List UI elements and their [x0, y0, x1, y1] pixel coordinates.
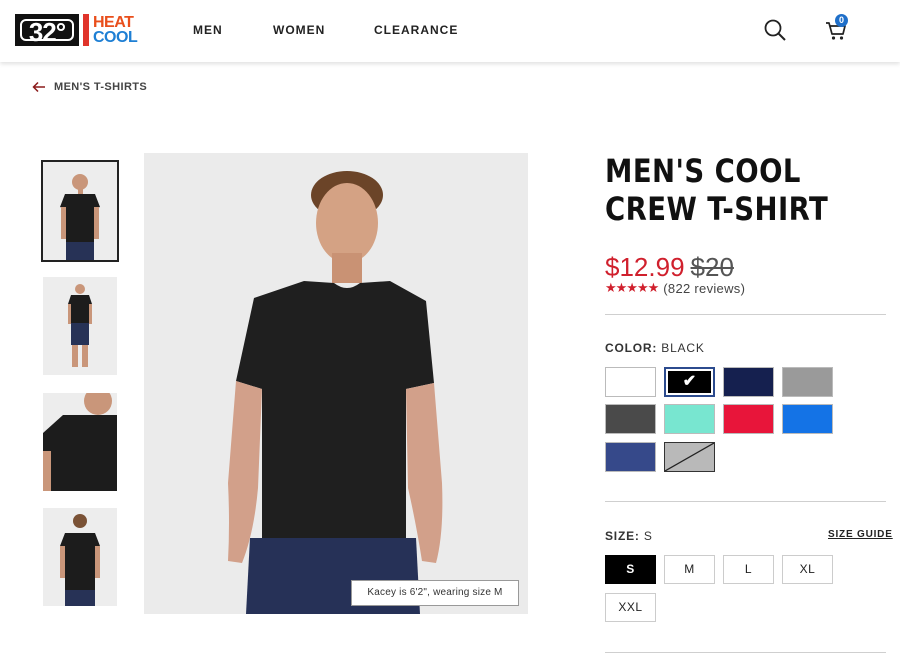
- main-product-image[interactable]: [144, 153, 528, 614]
- color-label: COLOR: BLACK: [605, 341, 705, 355]
- color-swatch[interactable]: [723, 367, 774, 397]
- logo-divider: [83, 14, 89, 46]
- selected-color-name: BLACK: [661, 341, 705, 355]
- search-icon[interactable]: [764, 19, 786, 41]
- nav-women[interactable]: WOMEN: [273, 23, 325, 37]
- checkmark-icon: ✔: [682, 373, 697, 390]
- size-option-xl[interactable]: XL: [782, 555, 833, 584]
- color-swatch[interactable]: [605, 367, 656, 397]
- nav-clearance[interactable]: CLEARANCE: [374, 23, 458, 37]
- product-title: MEN'S COOL CREW T-SHIRT: [605, 152, 829, 228]
- color-swatch[interactable]: [664, 404, 715, 434]
- size-option-xxl[interactable]: XXL: [605, 593, 656, 622]
- divider: [605, 501, 886, 502]
- logo-32-mark: 32°: [15, 14, 79, 47]
- color-swatch[interactable]: [605, 404, 656, 434]
- selected-size-name: S: [643, 529, 653, 543]
- price: $12.99 $20: [605, 252, 734, 283]
- brand-logo[interactable]: 32° HEAT COOL: [15, 14, 138, 47]
- cart-count-badge: 0: [835, 14, 848, 27]
- thumbnail-4[interactable]: [43, 508, 117, 606]
- thumbnail-2[interactable]: [43, 277, 117, 375]
- size-guide-link[interactable]: SIZE GUIDE: [828, 529, 893, 540]
- sale-price: $12.99: [605, 252, 685, 282]
- nav-men[interactable]: MEN: [193, 23, 223, 37]
- color-swatch[interactable]: [723, 404, 774, 434]
- color-swatch[interactable]: [782, 404, 833, 434]
- thumbnail-1[interactable]: [41, 160, 119, 262]
- color-swatch[interactable]: [664, 442, 715, 472]
- divider: [605, 652, 886, 653]
- arrow-left-icon: [32, 81, 45, 93]
- size-option-l[interactable]: L: [723, 555, 774, 584]
- breadcrumb-label: MEN'S T-SHIRTS: [54, 81, 148, 93]
- color-swatch[interactable]: [782, 367, 833, 397]
- thumbnail-3[interactable]: [43, 393, 117, 491]
- breadcrumb[interactable]: MEN'S T-SHIRTS: [32, 81, 147, 93]
- size-label: SIZE: S: [605, 529, 653, 543]
- color-swatch[interactable]: [605, 442, 656, 472]
- size-option-m[interactable]: M: [664, 555, 715, 584]
- rating[interactable]: ★★★★★ (822 reviews): [605, 280, 745, 296]
- site-header: 32° HEAT COOL MEN WOMEN CLEARANCE 0: [0, 0, 900, 62]
- color-swatch[interactable]: ✔: [664, 367, 715, 397]
- unavailable-slash-icon: [665, 443, 714, 471]
- logo-wordmark: HEAT COOL: [93, 14, 138, 46]
- model-size-caption: Kacey is 6'2", wearing size M: [351, 580, 519, 606]
- star-rating-icon: ★★★★★: [605, 280, 659, 295]
- size-option-s[interactable]: S: [605, 555, 656, 584]
- divider: [605, 314, 886, 315]
- original-price: $20: [690, 252, 734, 282]
- review-count[interactable]: (822 reviews): [663, 281, 745, 296]
